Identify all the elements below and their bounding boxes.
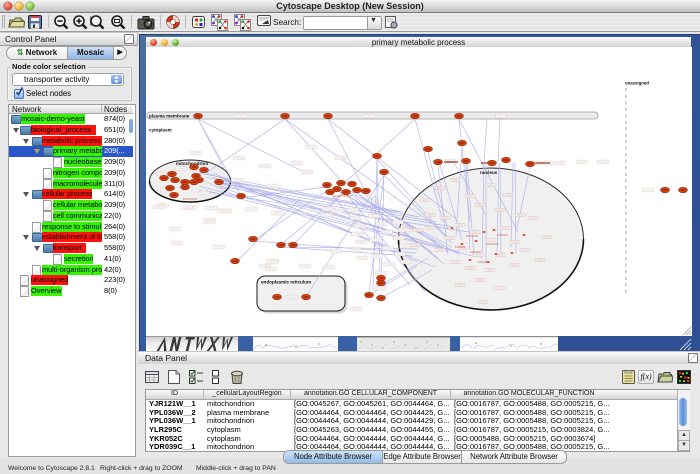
svg-text:nucleus: nucleus bbox=[480, 170, 498, 175]
svg-text:endoplasmic reticulum: endoplasmic reticulum bbox=[261, 280, 311, 285]
svg-text:cytoplasm: cytoplasm bbox=[149, 128, 172, 133]
svg-text:plasma membrane: plasma membrane bbox=[149, 114, 190, 119]
svg-text:unassigned: unassigned bbox=[625, 81, 649, 86]
